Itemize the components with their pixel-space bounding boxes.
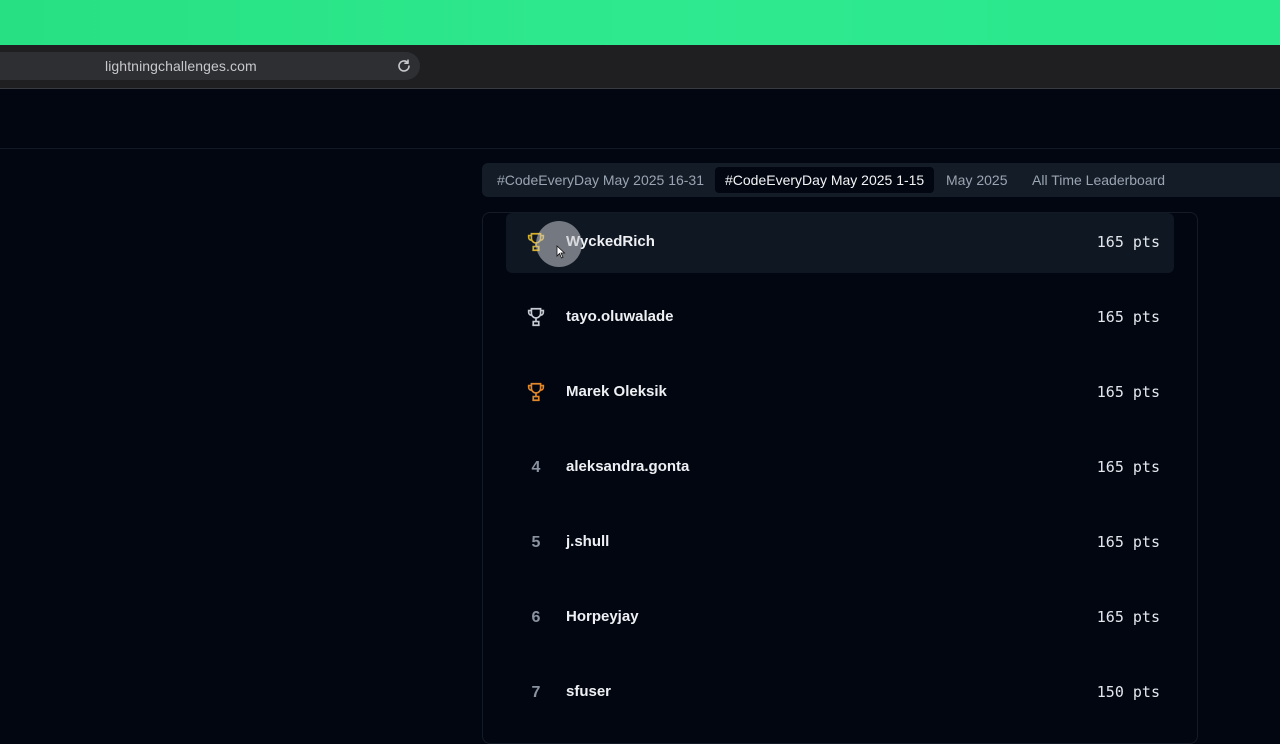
address-bar[interactable]: lightningchallenges.com	[0, 52, 420, 80]
cursor-highlight	[536, 221, 582, 267]
browser-toolbar: lightningchallenges.com	[0, 45, 1280, 89]
player-points: 165 pts	[1096, 458, 1160, 476]
rank-number: 5	[531, 534, 541, 551]
tab-codeeveryday-16-31[interactable]: #CodeEveryDay May 2025 16-31	[487, 167, 714, 193]
top-accent-strip	[0, 0, 1280, 45]
leaderboard-row[interactable]: WyckedRich 165 pts	[506, 213, 1174, 273]
player-points: 165 pts	[1096, 383, 1160, 401]
leaderboard-row[interactable]: 6 Horpeyjay 165 pts	[506, 588, 1174, 648]
player-points: 165 pts	[1096, 308, 1160, 326]
player-points: 165 pts	[1096, 233, 1160, 251]
tab-codeeveryday-1-15[interactable]: #CodeEveryDay May 2025 1-15	[715, 167, 935, 193]
leaderboard-row[interactable]: 7 sfuser 150 pts	[506, 663, 1174, 723]
leaderboard-tabs: #CodeEveryDay May 2025 16-31 #CodeEveryD…	[482, 163, 1280, 197]
leaderboard-row[interactable]: Marek Oleksik 165 pts	[506, 363, 1174, 423]
reload-icon[interactable]	[396, 58, 412, 74]
player-name: j.shull	[566, 533, 610, 550]
leaderboard-row[interactable]: 4 aleksandra.gonta 165 pts	[506, 438, 1174, 498]
player-points: 165 pts	[1096, 608, 1160, 626]
mouse-pointer-icon	[556, 245, 566, 259]
trophy-silver-icon	[527, 307, 545, 327]
player-name: aleksandra.gonta	[566, 458, 690, 475]
rank-number: 7	[531, 684, 541, 701]
player-name: sfuser	[566, 683, 612, 700]
player-points: 165 pts	[1096, 533, 1160, 551]
trophy-bronze-icon	[527, 382, 545, 402]
leaderboard-row[interactable]: tayo.oluwalade 165 pts	[506, 288, 1174, 348]
player-name: Horpeyjay	[566, 608, 639, 625]
leaderboard-list: WyckedRich 165 pts tayo.oluwalade 165 pt…	[482, 212, 1198, 744]
player-name: Marek Oleksik	[566, 383, 667, 400]
header-divider	[0, 148, 1280, 149]
url-text: lightningchallenges.com	[105, 58, 257, 74]
player-name: tayo.oluwalade	[566, 308, 674, 325]
leaderboard-row[interactable]: 5 j.shull 165 pts	[506, 513, 1174, 573]
tab-may-2025[interactable]: May 2025	[936, 167, 1017, 193]
player-points: 150 pts	[1096, 683, 1160, 701]
rank-number: 6	[531, 609, 541, 626]
tab-all-time-leaderboard[interactable]: All Time Leaderboard	[1022, 167, 1175, 193]
rank-number: 4	[531, 459, 541, 476]
